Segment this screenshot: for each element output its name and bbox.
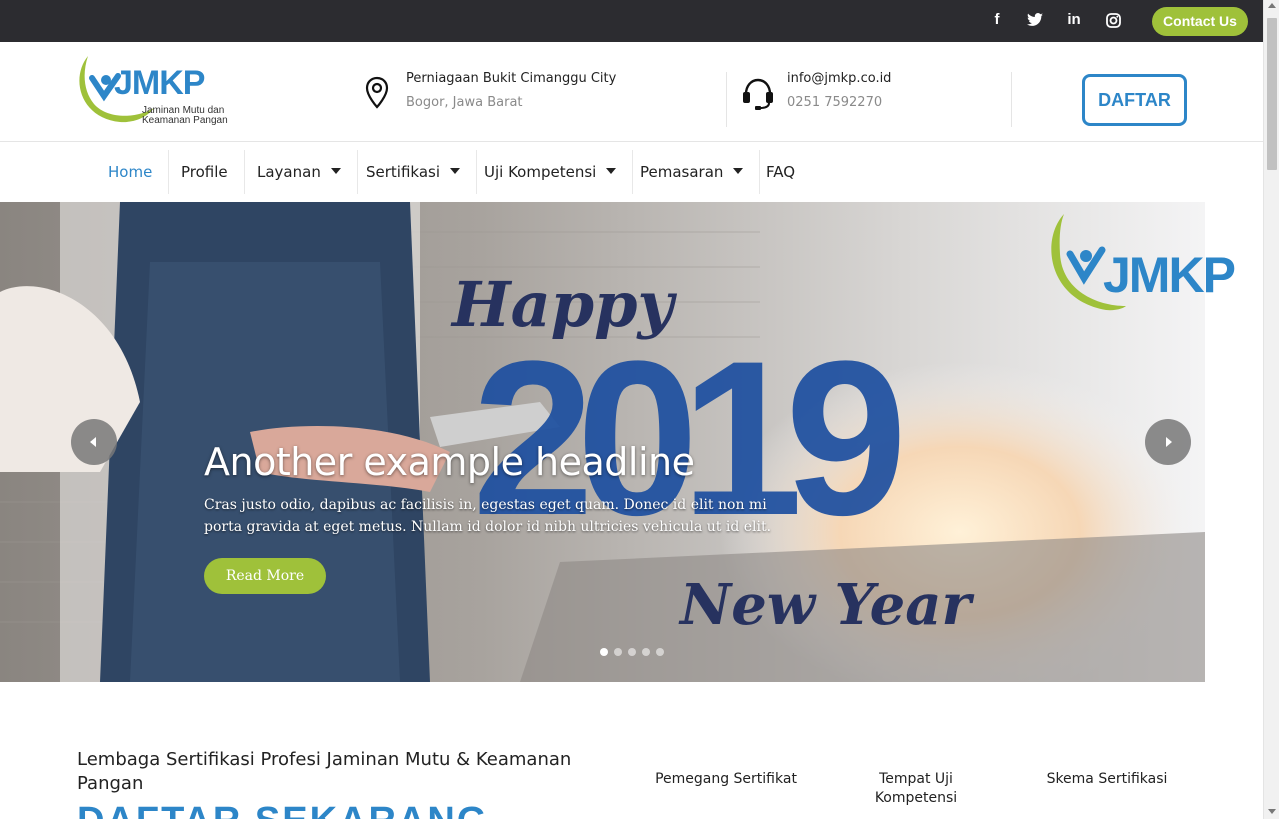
carousel-indicator-dot[interactable] [614, 648, 622, 656]
daftar-button[interactable]: DAFTAR [1082, 74, 1187, 126]
nav-item-faq[interactable]: FAQ [750, 150, 811, 194]
nav-label: FAQ [766, 163, 796, 181]
nav-label: Pemasaran [640, 163, 724, 181]
hero-carousel: JMKP Happy 2019 New Year Another example… [0, 202, 1263, 682]
stat-pemegang-sertifikat: Pemegang Sertifikat [655, 771, 797, 787]
site-logo[interactable]: JMKP Jaminan Mutu dan Keamanan Pangan [74, 48, 244, 132]
map-pin-icon [365, 76, 389, 114]
stat-skema-sertifikasi: Skema Sertifikasi [1046, 771, 1168, 787]
hero-headline: Another example headline [204, 440, 695, 484]
caret-down-icon [606, 167, 617, 174]
logo-text: JMKP [114, 64, 205, 102]
nav-item-home[interactable]: Home [92, 150, 170, 194]
twitter-icon[interactable] [1024, 10, 1046, 30]
email-link[interactable]: info@jmkp.co.id [787, 70, 891, 88]
address-line2: Bogor, Jawa Barat [406, 95, 523, 110]
nav-item-sertifikasi[interactable]: Sertifikasi [350, 150, 478, 194]
nav-label: Layanan [257, 163, 321, 181]
top-bar: f in Contact Us [0, 0, 1263, 42]
header-divider [726, 72, 727, 127]
carousel-next-button[interactable] [1145, 419, 1191, 465]
phone-number: 0251 7592270 [787, 95, 883, 110]
logo-tagline: Jaminan Mutu dan Keamanan Pangan [142, 105, 228, 126]
hero-logo-text: JMKP [1103, 247, 1236, 303]
scroll-up-icon[interactable] [1268, 3, 1276, 8]
address-line1: Perniagaan Bukit Cimanggu City [406, 71, 617, 86]
facebook-icon[interactable]: f [986, 10, 1008, 30]
nav-label: Uji Kompetensi [484, 163, 597, 181]
site-header: JMKP Jaminan Mutu dan Keamanan Pangan Pe… [0, 42, 1263, 142]
linkedin-icon[interactable]: in [1063, 10, 1085, 30]
nav-label: Sertifikasi [366, 163, 441, 181]
new-year-text: New Year [680, 572, 972, 638]
header-divider [1011, 72, 1012, 127]
instagram-icon[interactable] [1102, 10, 1124, 30]
stat-tempat-uji-kompetensi: Tempat Uji Kompetensi [874, 771, 958, 806]
scroll-thumb[interactable] [1267, 18, 1277, 170]
page-scrollbar[interactable] [1263, 0, 1279, 819]
section-title: Lembaga Sertifikasi Profesi Jaminan Mutu… [77, 749, 572, 794]
chevron-left-icon [90, 437, 96, 447]
nav-item-layanan[interactable]: Layanan [241, 150, 358, 194]
nav-item-profile[interactable]: Profile [165, 150, 245, 194]
carousel-indicator-dot[interactable] [642, 648, 650, 656]
caret-down-icon [450, 167, 461, 174]
address-block: Perniagaan Bukit Cimanggu City Bogor, Ja… [406, 70, 616, 112]
hero-description: Cras justo odio, dapibus ac facilisis in… [204, 497, 772, 535]
caret-down-icon [733, 167, 744, 174]
chevron-right-icon [1166, 437, 1172, 447]
headset-icon [741, 76, 775, 114]
main-nav: Home Profile Layanan Sertifikasi Uji Kom… [0, 142, 1263, 202]
nav-label: Home [108, 163, 153, 181]
contact-us-button[interactable]: Contact Us [1152, 7, 1248, 36]
carousel-indicator-dot[interactable] [656, 648, 664, 656]
carousel-indicator-dot[interactable] [600, 648, 608, 656]
nav-item-uji-kompetensi[interactable]: Uji Kompetensi [468, 150, 634, 194]
nav-item-pemasaran[interactable]: Pemasaran [624, 150, 761, 194]
carousel-prev-button[interactable] [71, 419, 117, 465]
nav-label: Profile [181, 163, 228, 181]
contact-info-block: info@jmkp.co.id 0251 7592270 [787, 70, 891, 112]
caret-down-icon [330, 167, 341, 174]
scroll-down-icon[interactable] [1268, 809, 1276, 814]
read-more-button[interactable]: Read More [204, 558, 326, 594]
daftar-sekarang-heading: DAFTAR SEKARANG [77, 800, 488, 819]
carousel-indicator-dot[interactable] [628, 648, 636, 656]
